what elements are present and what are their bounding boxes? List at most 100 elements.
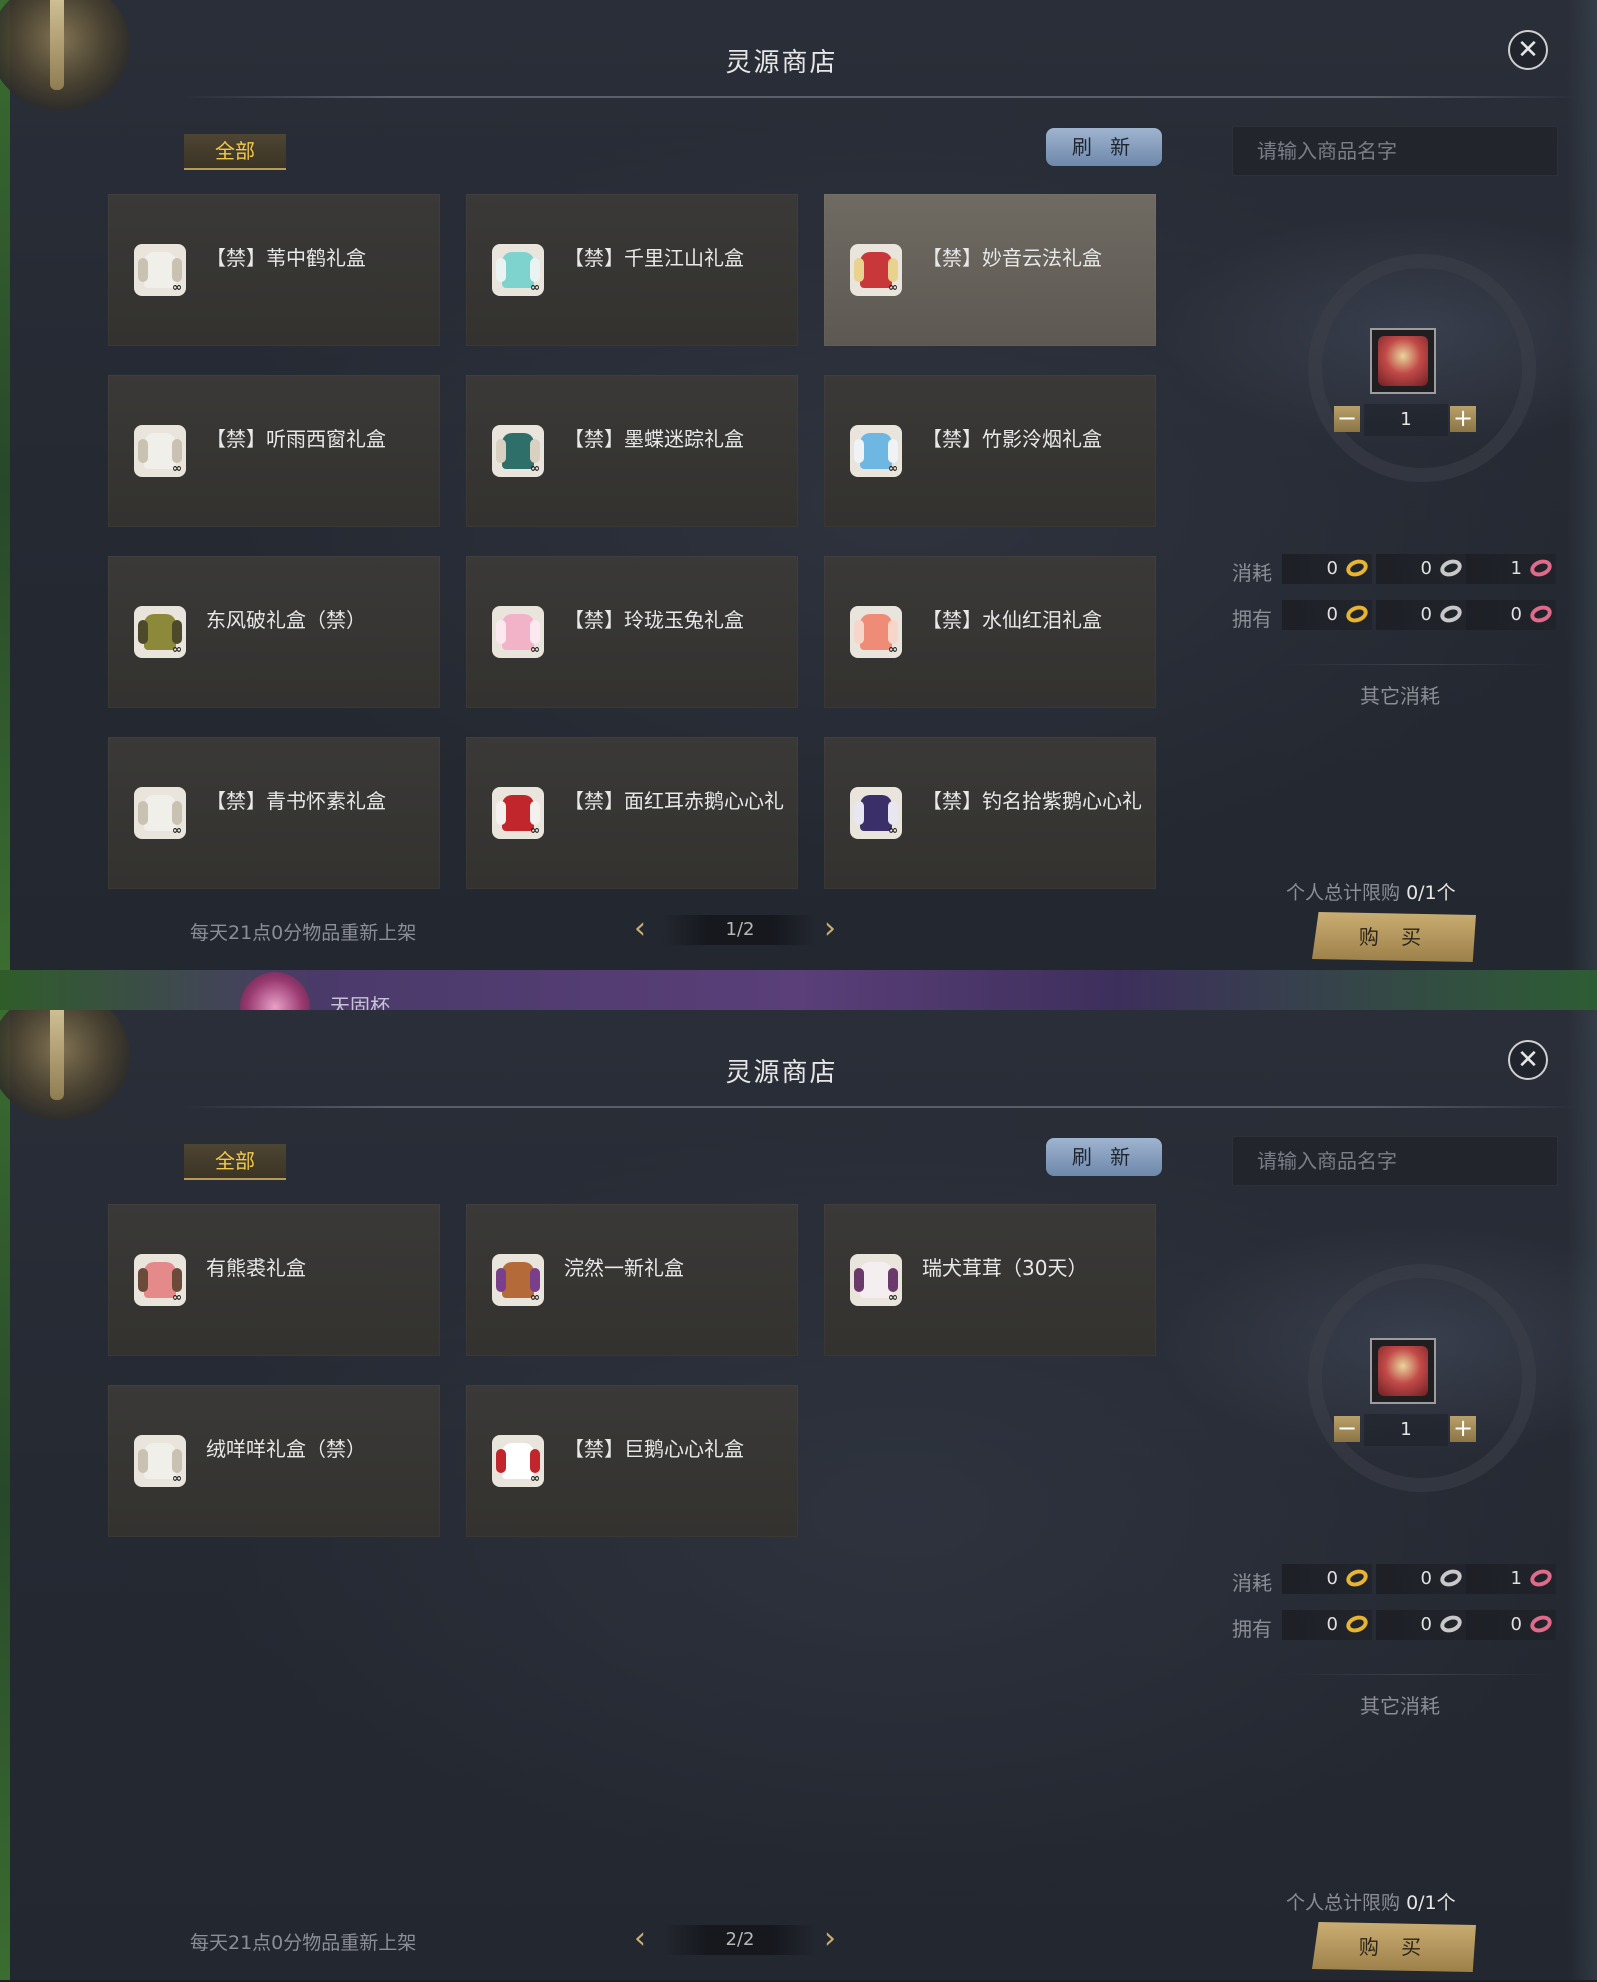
quantity-increase-button[interactable]: + — [1450, 1416, 1476, 1442]
purchase-limit: 个人总计限购 0/1个 — [1286, 878, 1456, 905]
bound-icon: ∞ — [888, 642, 898, 656]
sleeve-shape — [854, 258, 864, 282]
sleeve-shape — [138, 258, 148, 282]
teal-robe-icon: ∞ — [492, 244, 544, 296]
sleeve-shape — [530, 258, 540, 282]
page-indicator: 2/2 — [662, 1925, 818, 1955]
sleeve-shape — [496, 258, 506, 282]
bound-icon: ∞ — [172, 280, 182, 294]
item-card[interactable]: ∞ 瑞犬茸茸（30天） — [824, 1204, 1156, 1356]
bound-icon: ∞ — [172, 1471, 182, 1485]
next-page-button[interactable]: › — [824, 914, 844, 944]
chevron-right-icon: › — [824, 1921, 836, 1956]
item-name: 【禁】竹影泠烟礼盒 — [922, 427, 1102, 451]
tab-all[interactable]: 全部 — [184, 134, 286, 170]
item-card[interactable]: ∞ 【禁】妙音云法礼盒 — [824, 194, 1156, 346]
cost-gold: 0 — [1282, 554, 1372, 584]
close-icon: ✕ — [1517, 1045, 1539, 1075]
item-card[interactable]: ∞ 【禁】钓名拾紫鹅心心礼 — [824, 737, 1156, 889]
puppy-icon: ∞ — [850, 1254, 902, 1306]
own-pink: 0 — [1466, 1610, 1556, 1640]
other-cost-link[interactable]: 其它消耗 — [1360, 680, 1440, 709]
prev-page-button[interactable]: ‹ — [634, 1924, 654, 1954]
item-card[interactable]: ∞ 【禁】听雨西窗礼盒 — [108, 375, 440, 527]
sleeve-shape — [496, 1449, 506, 1473]
quantity-input[interactable] — [1364, 404, 1448, 436]
prev-page-button[interactable]: ‹ — [634, 914, 654, 944]
bound-icon: ∞ — [888, 461, 898, 475]
own-pink: 0 — [1466, 600, 1556, 630]
item-card[interactable]: ∞ 【禁】千里江山礼盒 — [466, 194, 798, 346]
pink-robe-icon: ∞ — [492, 606, 544, 658]
close-button[interactable]: ✕ — [1508, 1040, 1548, 1080]
dark-teal-robe-icon: ∞ — [492, 425, 544, 477]
window-title: 灵源商店 — [725, 1058, 838, 1088]
item-name: 【禁】青书怀素礼盒 — [206, 789, 386, 813]
sleeve-shape — [172, 1268, 182, 1292]
item-card[interactable]: ∞ 【禁】玲珑玉兔礼盒 — [466, 556, 798, 708]
item-name: 瑞犬茸茸（30天） — [922, 1256, 1088, 1280]
item-card[interactable]: ∞ 【禁】水仙红泪礼盒 — [824, 556, 1156, 708]
sleeve-shape — [172, 258, 182, 282]
close-button[interactable]: ✕ — [1508, 30, 1548, 70]
buy-button[interactable]: 购 买 — [1312, 1922, 1476, 1972]
bound-icon: ∞ — [530, 1471, 540, 1485]
sleeve-shape — [530, 1449, 540, 1473]
item-name: 【禁】钓名拾紫鹅心心礼 — [922, 789, 1142, 813]
item-card[interactable]: ∞ 【禁】竹影泠烟礼盒 — [824, 375, 1156, 527]
bound-icon: ∞ — [888, 280, 898, 294]
item-name: 有熊裘礼盒 — [206, 1256, 306, 1280]
chevron-right-icon: › — [824, 911, 836, 946]
purchase-limit-label: 个人总计限购 — [1286, 1892, 1401, 1914]
item-card[interactable]: ∞ 【禁】巨鹅心心礼盒 — [466, 1385, 798, 1537]
bound-icon: ∞ — [172, 823, 182, 837]
blue-robe-icon: ∞ — [850, 425, 902, 477]
title-divider — [180, 96, 1580, 98]
sleeve-shape — [496, 1268, 506, 1292]
own-label: 拥有 — [1232, 1617, 1272, 1641]
quantity-input[interactable] — [1364, 1414, 1448, 1446]
bound-icon: ∞ — [530, 1290, 540, 1304]
refresh-button[interactable]: 刷 新 — [1046, 128, 1162, 166]
bound-icon: ∞ — [172, 642, 182, 656]
quantity-decrease-button[interactable]: − — [1334, 1416, 1360, 1442]
salmon-robe-icon: ∞ — [850, 606, 902, 658]
item-card[interactable]: ∞ 东风破礼盒（禁） — [108, 556, 440, 708]
item-card[interactable]: ∞ 【禁】苇中鹤礼盒 — [108, 194, 440, 346]
next-page-button[interactable]: › — [824, 1924, 844, 1954]
item-card[interactable]: ∞ 【禁】墨蝶迷踪礼盒 — [466, 375, 798, 527]
quantity-decrease-button[interactable]: − — [1334, 406, 1360, 432]
sleeve-shape — [530, 1268, 540, 1292]
search-input[interactable] — [1232, 1136, 1558, 1186]
item-name: 【禁】巨鹅心心礼盒 — [564, 1437, 744, 1461]
item-name: 绒咩咩礼盒（禁） — [206, 1437, 366, 1461]
other-cost-link[interactable]: 其它消耗 — [1360, 1690, 1440, 1719]
sleeve-shape — [888, 1268, 898, 1292]
buy-button[interactable]: 购 买 — [1312, 912, 1476, 962]
search-input[interactable] — [1232, 126, 1558, 176]
cost-gold: 0 — [1282, 1564, 1372, 1594]
purple-robe-icon: ∞ — [850, 787, 902, 839]
bound-icon: ∞ — [888, 1290, 898, 1304]
item-card[interactable]: ∞ 【禁】面红耳赤鹅心心礼 — [466, 737, 798, 889]
window-title: 灵源商店 — [725, 48, 838, 78]
quantity-increase-button[interactable]: + — [1450, 406, 1476, 432]
item-card[interactable]: ∞ 【禁】青书怀素礼盒 — [108, 737, 440, 889]
item-name: 【禁】玲珑玉兔礼盒 — [564, 608, 744, 632]
sleeve-shape — [530, 439, 540, 463]
tab-all[interactable]: 全部 — [184, 1144, 286, 1180]
sleeve-shape — [530, 801, 540, 825]
page-indicator: 1/2 — [662, 915, 818, 945]
item-card[interactable]: ∞ 绒咩咩礼盒（禁） — [108, 1385, 440, 1537]
bound-icon: ∞ — [530, 823, 540, 837]
item-card[interactable]: ∞ 浣然一新礼盒 — [466, 1204, 798, 1356]
sleeve-shape — [138, 1449, 148, 1473]
sleeve-shape — [138, 1268, 148, 1292]
own-silver: 0 — [1376, 1610, 1466, 1640]
refresh-button[interactable]: 刷 新 — [1046, 1138, 1162, 1176]
own-label: 拥有 — [1232, 607, 1272, 631]
bound-icon: ∞ — [888, 823, 898, 837]
sleeve-shape — [854, 801, 864, 825]
item-card[interactable]: ∞ 有熊裘礼盒 — [108, 1204, 440, 1356]
sleeve-shape — [138, 620, 148, 644]
